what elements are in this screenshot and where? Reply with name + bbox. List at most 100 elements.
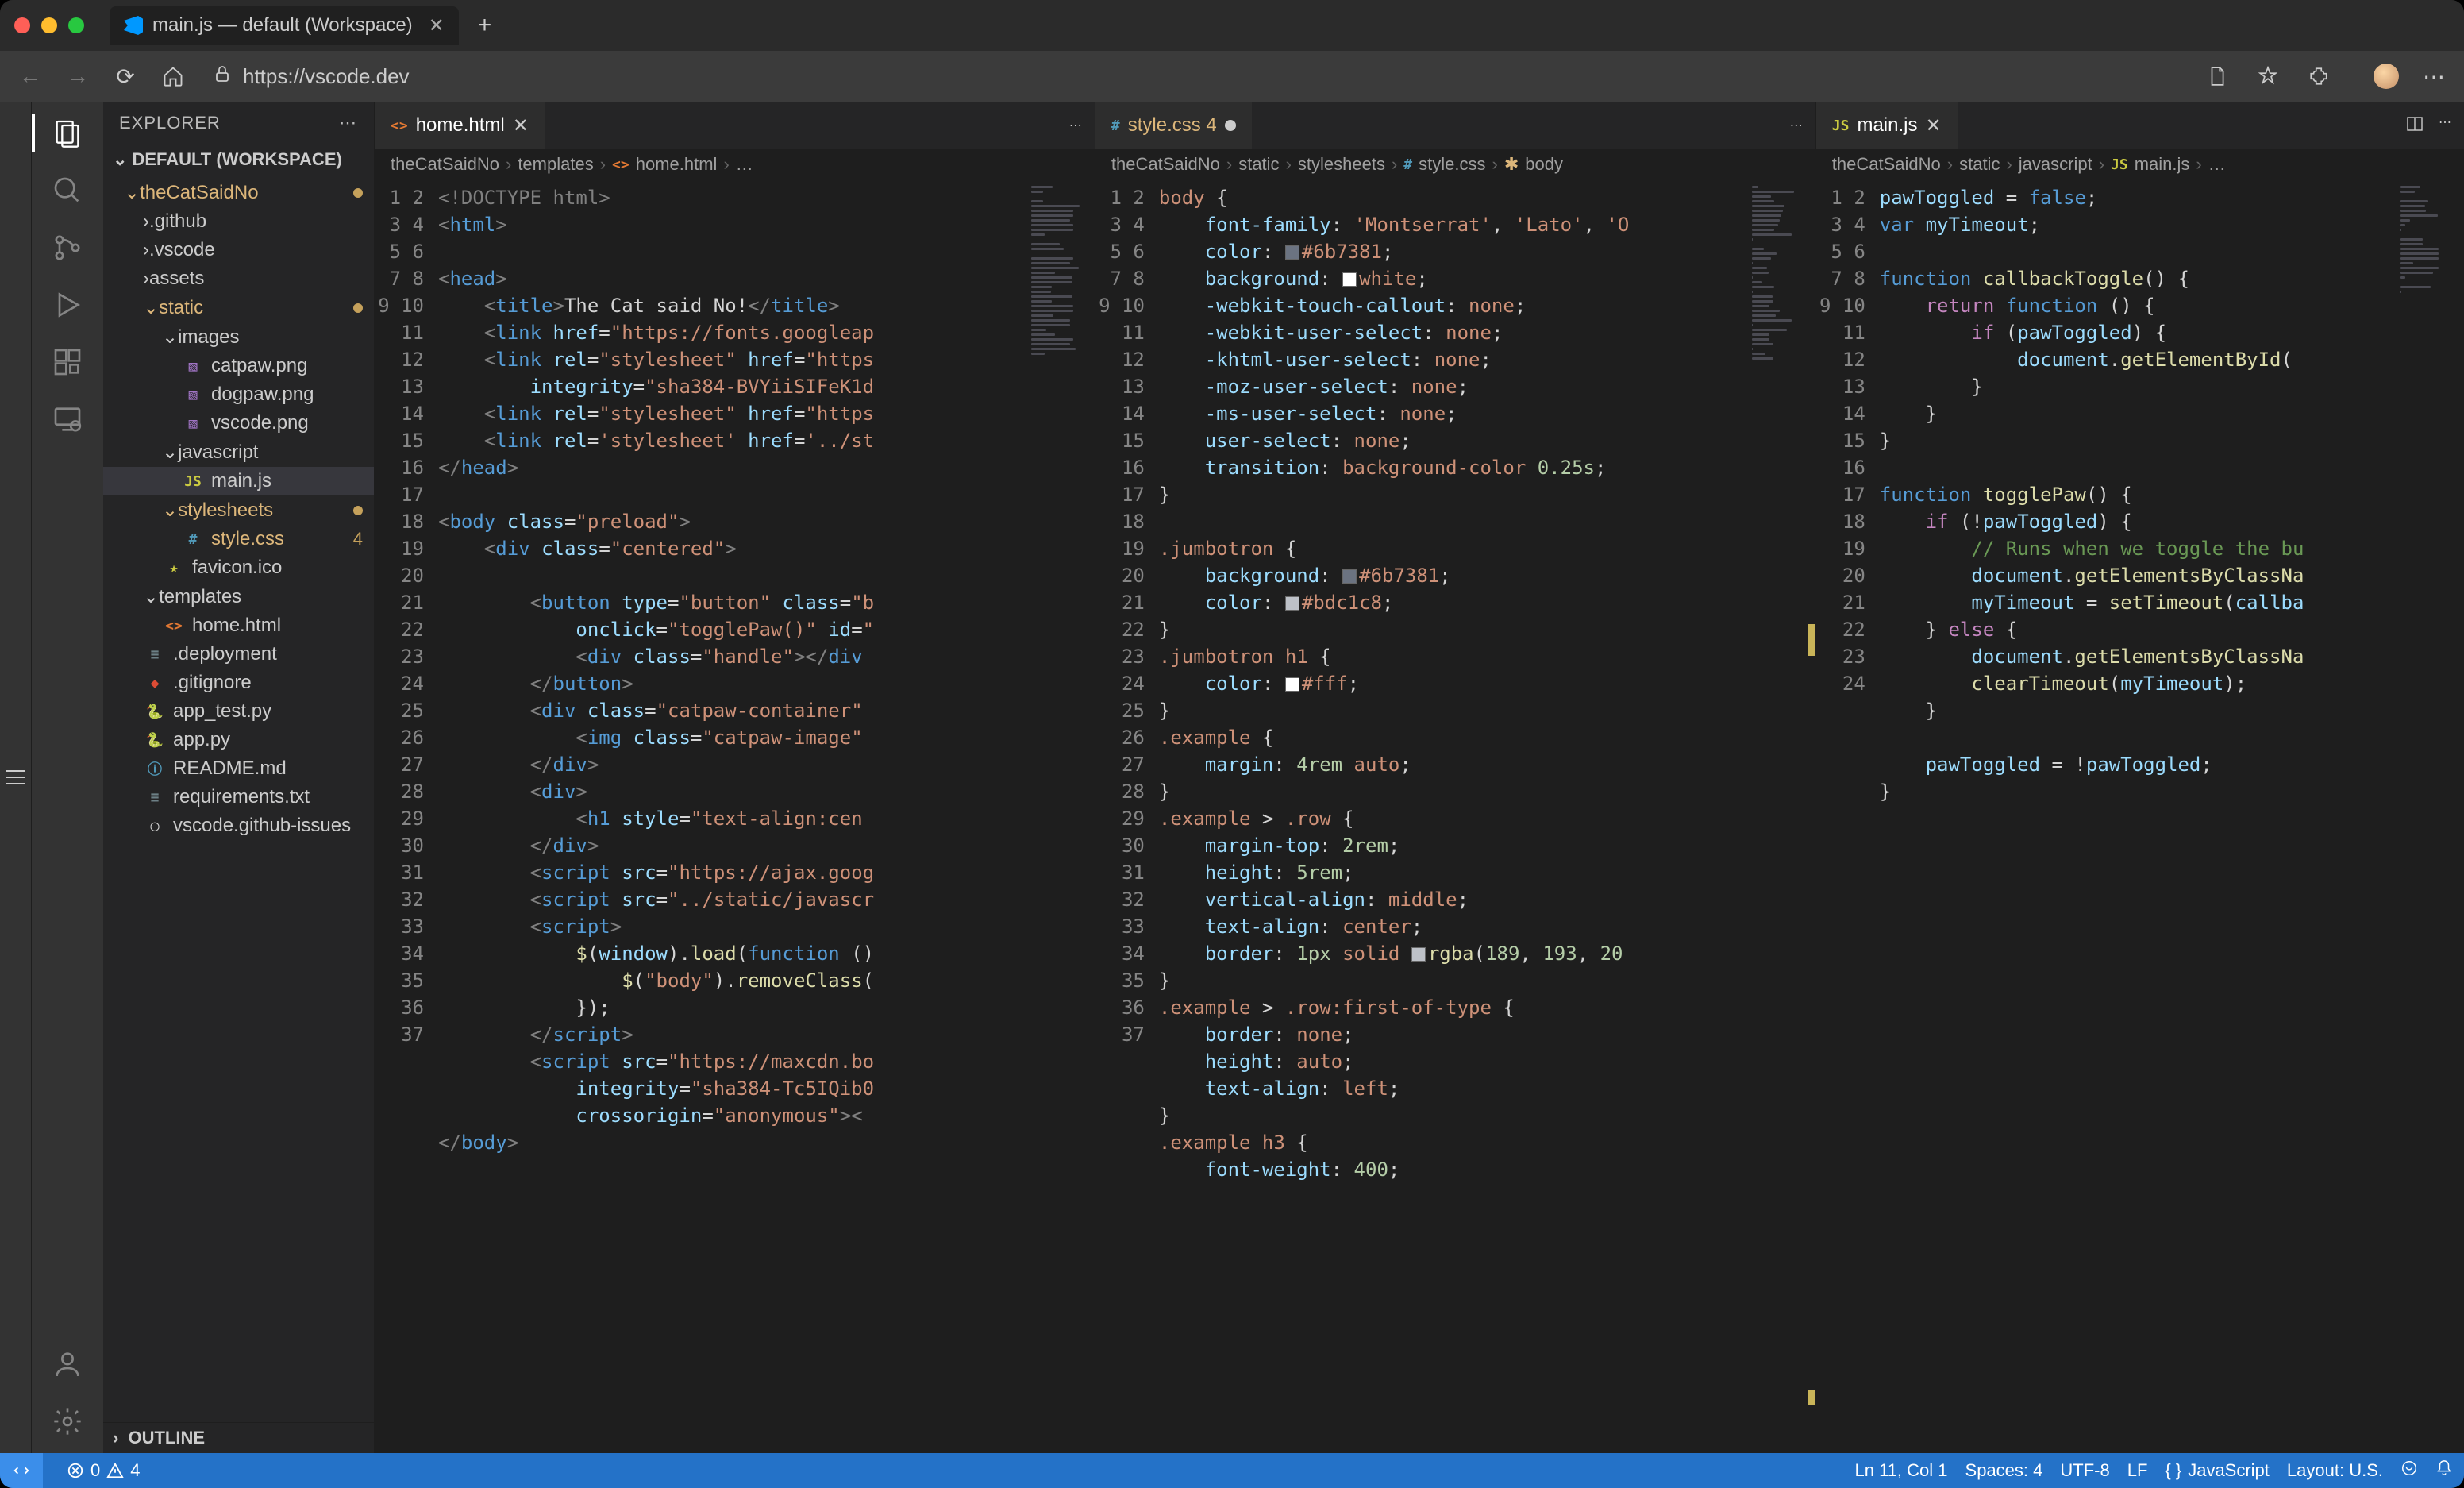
editor-tab-homehtml[interactable]: <> home.html ✕ (375, 102, 545, 149)
minimap[interactable] (1746, 179, 1815, 1453)
back-icon[interactable]: ← (14, 64, 46, 89)
extensions-browser-icon[interactable] (2303, 66, 2335, 87)
tab-close-icon[interactable]: ✕ (429, 14, 445, 37)
window-maximize-button[interactable] (68, 17, 84, 33)
page-icon[interactable] (2201, 66, 2233, 87)
file-tree: ⌄ theCatSaidNo › .github › .vscode › ass… (103, 175, 374, 1422)
browser-toolbar: ← → ⟳ https://vscode.dev ⋯ (0, 51, 2464, 102)
app-menu-button[interactable] (0, 102, 32, 1453)
tree-file-ghissues[interactable]: ◯vscode.github-issues (103, 811, 374, 840)
browser-menu-icon[interactable]: ⋯ (2418, 64, 2450, 90)
tree-file-dogpaw[interactable]: ▧dogpaw.png (103, 380, 374, 409)
close-icon[interactable]: ✕ (1926, 114, 1942, 137)
forward-icon[interactable]: → (62, 64, 94, 89)
encoding[interactable]: UTF-8 (2060, 1460, 2109, 1481)
workspace-label: DEFAULT (WORKSPACE) (132, 149, 341, 169)
url-text: https://vscode.dev (243, 64, 410, 89)
tree-file-mainjs[interactable]: JSmain.js (103, 467, 374, 495)
tree-folder-images[interactable]: ⌄ images (103, 322, 374, 352)
code-editor[interactable]: 1 2 3 4 5 6 7 8 9 10 11 12 13 14 15 16 1… (1095, 179, 1815, 1453)
browser-tab[interactable]: main.js — default (Workspace) ✕ (110, 6, 459, 45)
tree-folder-templates[interactable]: ⌄ templates (103, 582, 374, 611)
remote-indicator[interactable] (0, 1453, 43, 1488)
browser-tab-title: main.js — default (Workspace) (152, 14, 413, 37)
editor-tab-mainjs[interactable]: JS main.js ✕ (1816, 102, 1958, 149)
indentation[interactable]: Spaces: 4 (1965, 1460, 2043, 1481)
search-activity-icon[interactable] (48, 172, 87, 210)
tree-file-apppy[interactable]: 🐍app.py (103, 726, 374, 754)
settings-activity-icon[interactable] (48, 1402, 87, 1440)
outline-label: OUTLINE (128, 1428, 205, 1448)
profile-avatar[interactable] (2374, 64, 2399, 89)
language-mode[interactable]: { } JavaScript (2165, 1460, 2270, 1481)
problems-indicator[interactable]: 0 4 (67, 1460, 141, 1481)
sidebar-more-icon[interactable]: ⋯ (339, 113, 358, 133)
cursor-position[interactable]: Ln 11, Col 1 (1855, 1460, 1948, 1481)
explorer-sidebar: EXPLORER ⋯ ⌄DEFAULT (WORKSPACE) ⌄ theCat… (103, 102, 375, 1453)
tree-folder-assets[interactable]: › assets (103, 264, 374, 293)
status-bar: 0 4 Ln 11, Col 1 Spaces: 4 UTF-8 LF { } … (0, 1453, 2464, 1488)
html-file-icon: <> (391, 118, 408, 134)
css-file-icon: # (1111, 118, 1120, 134)
notifications-icon[interactable] (2435, 1459, 2453, 1482)
editor-pane-3: JS main.js ✕ ⋯ theCatSaidNo› static› jav… (1816, 102, 2464, 1453)
tree-file-requirements[interactable]: ≡requirements.txt (103, 783, 374, 811)
tree-file-favicon[interactable]: ★favicon.ico (103, 553, 374, 582)
tree-file-stylecss[interactable]: #style.css4 (103, 525, 374, 553)
browser-tabbar: main.js — default (Workspace) ✕ + (0, 0, 2464, 51)
editor-more-icon[interactable]: ⋯ (1069, 118, 1082, 133)
editor-pane-1: <> home.html ✕ ⋯ theCatSaidNo› templates… (375, 102, 1095, 1453)
vscode-icon (124, 16, 143, 35)
reload-icon[interactable]: ⟳ (110, 64, 141, 90)
tree-file-readme[interactable]: ⓘREADME.md (103, 754, 374, 783)
hamburger-icon (6, 770, 25, 784)
source-control-activity-icon[interactable] (48, 229, 87, 267)
tree-file-homehtml[interactable]: <>home.html (103, 611, 374, 640)
tree-file-deployment[interactable]: ≡.deployment (103, 640, 374, 669)
feedback-icon[interactable] (2400, 1459, 2418, 1482)
explorer-activity-icon[interactable] (48, 114, 87, 152)
tree-folder-javascript[interactable]: ⌄ javascript (103, 438, 374, 467)
address-bar[interactable]: https://vscode.dev (205, 64, 2185, 89)
close-icon[interactable]: ✕ (513, 114, 529, 137)
tree-folder-github[interactable]: › .github (103, 207, 374, 236)
tree-file-gitignore[interactable]: ◆.gitignore (103, 669, 374, 697)
breadcrumb[interactable]: theCatSaidNo› static› stylesheets› #styl… (1095, 149, 1815, 179)
minimap[interactable] (1025, 179, 1095, 1453)
tree-file-catpaw[interactable]: ▧catpaw.png (103, 352, 374, 380)
tree-file-vscodepng[interactable]: ▧vscode.png (103, 409, 374, 438)
code-editor[interactable]: 1 2 3 4 5 6 7 8 9 10 11 12 13 14 15 16 1… (1816, 179, 2464, 1453)
tree-folder-root[interactable]: ⌄ theCatSaidNo (103, 178, 374, 207)
favorite-icon[interactable] (2252, 66, 2284, 87)
editor-more-icon[interactable]: ⋯ (1790, 118, 1803, 133)
minimap[interactable] (2394, 179, 2464, 1453)
layout[interactable]: Layout: U.S. (2287, 1460, 2383, 1481)
window-close-button[interactable] (14, 17, 30, 33)
activity-bar (32, 102, 103, 1453)
accounts-activity-icon[interactable] (48, 1345, 87, 1383)
tree-folder-stylesheets[interactable]: ⌄ stylesheets (103, 495, 374, 525)
modified-indicator-icon (1225, 120, 1236, 131)
remote-explorer-activity-icon[interactable] (48, 400, 87, 438)
tree-folder-vscode[interactable]: › .vscode (103, 236, 374, 264)
home-icon[interactable] (157, 65, 189, 87)
sidebar-title: EXPLORER (119, 113, 221, 133)
new-tab-button[interactable]: + (470, 12, 500, 39)
tree-folder-static[interactable]: ⌄ static (103, 293, 374, 322)
breadcrumb[interactable]: theCatSaidNo› templates› <>home.html› … (375, 149, 1095, 179)
workspace-section-header[interactable]: ⌄DEFAULT (WORKSPACE) (103, 145, 374, 175)
tree-file-apptest[interactable]: 🐍app_test.py (103, 697, 374, 726)
code-editor[interactable]: 1 2 3 4 5 6 7 8 9 10 11 12 13 14 15 16 1… (375, 179, 1095, 1453)
editor-tab-stylecss[interactable]: # style.css 4 (1095, 102, 1253, 149)
breadcrumb[interactable]: theCatSaidNo› static› javascript› JSmain… (1816, 149, 2464, 179)
eol[interactable]: LF (2127, 1460, 2148, 1481)
window-minimize-button[interactable] (41, 17, 57, 33)
extensions-activity-icon[interactable] (48, 343, 87, 381)
editor-pane-2: # style.css 4 ⋯ theCatSaidNo› static› st… (1095, 102, 1816, 1453)
run-debug-activity-icon[interactable] (48, 286, 87, 324)
js-file-icon: JS (1832, 118, 1850, 134)
split-editor-icon[interactable] (2405, 114, 2424, 137)
editor-more-icon[interactable]: ⋯ (2439, 114, 2451, 137)
outline-section-header[interactable]: › OUTLINE (103, 1422, 374, 1453)
lock-icon (213, 64, 232, 89)
